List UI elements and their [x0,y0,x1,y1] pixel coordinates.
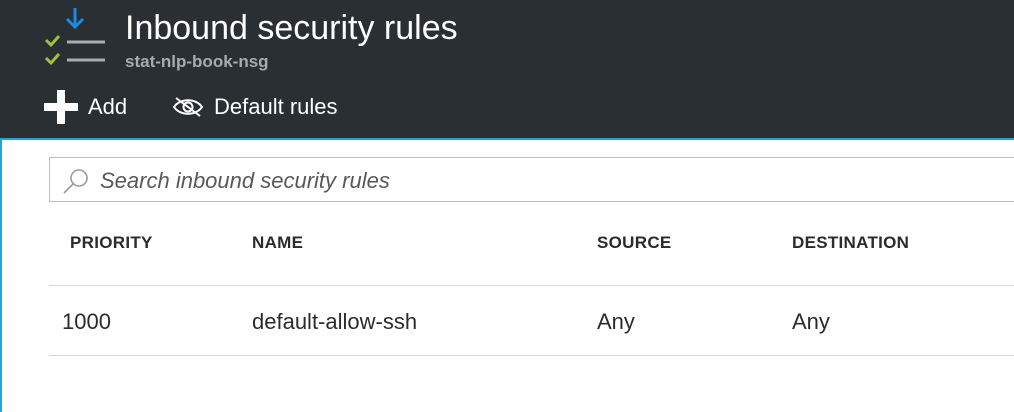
search-icon [62,168,90,199]
cell-destination: Any [792,309,830,334]
resource-name: stat-nlp-book-nsg [125,52,269,71]
column-header-priority[interactable]: PRIORITY [70,233,153,253]
table-divider [49,355,1014,356]
security-rules-icon [44,8,105,66]
add-button-label: Add [88,94,128,119]
search-input[interactable] [98,164,1002,198]
plus-icon [44,90,78,124]
add-button[interactable]: Add [44,88,127,126]
default-rules-label: Default rules [214,94,338,119]
cell-source: Any [597,309,635,334]
eye-hidden-icon [172,96,204,118]
blade-header: Inbound security rules stat-nlp-book-nsg… [0,0,1014,138]
column-header-destination[interactable]: DESTINATION [792,233,909,253]
page-title: Inbound security rules [125,9,458,47]
blade-left-border [0,140,2,412]
column-header-name[interactable]: NAME [252,233,303,253]
table-row[interactable] [49,285,1014,355]
header-accent-line [0,138,1014,140]
column-header-source[interactable]: SOURCE [597,233,672,253]
cell-priority: 1000 [62,309,111,334]
cell-name: default-allow-ssh [252,309,418,334]
default-rules-button[interactable]: Default rules [172,88,338,126]
search-box[interactable] [49,157,1014,202]
